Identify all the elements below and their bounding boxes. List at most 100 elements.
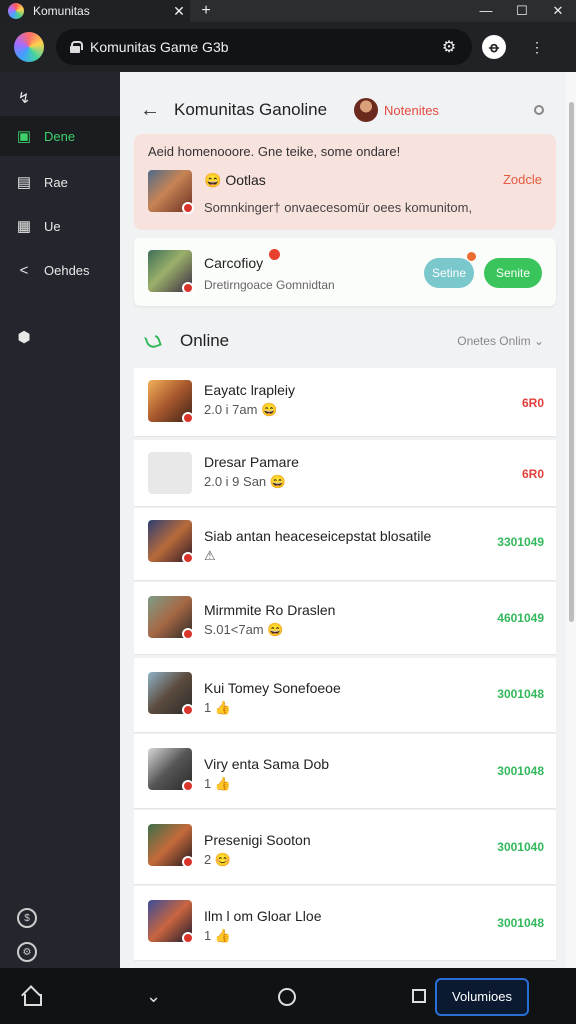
lock-icon (70, 41, 83, 53)
options-icon[interactable] (534, 105, 544, 115)
notifications-link[interactable]: Notenites (384, 103, 439, 118)
new-tab-button[interactable]: + (190, 2, 222, 20)
sidebar-item-grid[interactable]: ▦ Ue (0, 206, 120, 246)
list-item-value: 3001048 (497, 687, 544, 701)
badge-icon (182, 780, 194, 792)
list-item[interactable]: Presenigi Sooton 2 😊 3001040 (134, 810, 556, 884)
window-controls: — ☐ ✕ (468, 3, 576, 19)
close-window-button[interactable]: ✕ (540, 3, 576, 19)
list-item-status: 1 👍 (204, 700, 232, 715)
leaf-icon (144, 332, 162, 350)
list-item-name: Viry enta Sama Dob (204, 756, 330, 772)
sidebar-item-label: Dene (44, 128, 76, 144)
page-header: ← Komunitas Ganoline Notenites (120, 94, 566, 126)
list-item-value: 3001040 (497, 840, 544, 854)
game-thumbnail (148, 748, 194, 792)
invite-title: Carcofioy (204, 255, 264, 271)
board-icon: ▤ (16, 174, 32, 191)
list-item-name: Dresar Pamare (204, 454, 299, 470)
chevron-down-icon[interactable]: ⌄ (146, 986, 161, 1007)
sidebar-item-label: Oehdes (44, 262, 90, 278)
list-item[interactable]: Mirmmite Ro Draslen S.01<7am 😄 4601049 (134, 582, 556, 654)
invite-description: Dretirngoace Gomnidtan (204, 278, 335, 292)
main-content: ← Komunitas Ganoline Notenites Aeid home… (120, 72, 566, 968)
game-thumbnail (148, 672, 194, 716)
url-field[interactable]: Komunitas Game G3b ⚙ (56, 29, 472, 65)
list-item[interactable]: Ilm l om Gloar Lloe 1 👍 3001048 (134, 886, 556, 960)
share-icon: < (19, 261, 29, 279)
list-item-status: 2.0 i 9 San 😄 (204, 474, 286, 489)
list-item-status: 2 😊 (204, 852, 232, 867)
list-item-status: 2.0 i 7am 😄 (204, 402, 278, 417)
notice-card[interactable]: Aeid homenooore. Gne teike, some ondare!… (134, 134, 556, 230)
badge-icon (182, 856, 194, 868)
bottom-navigation: ⌄ Volumioes (0, 968, 576, 1024)
scrollbar[interactable] (566, 72, 576, 968)
browser-tab[interactable]: Komunitas ✕ (0, 0, 190, 22)
url-text: Komunitas Game G3b (90, 39, 229, 55)
sidebar: ↯ ▣ Dene ▤ Rae ▦ Ue < Oehdes ⬢ $ ⚙ (0, 72, 120, 968)
coin-icon[interactable]: $ (17, 908, 37, 928)
notice-headline: Aeid homenooore. Gne teike, some ondare! (148, 144, 401, 159)
menu-dots-icon[interactable]: ⋮ (522, 39, 552, 56)
shield-icon: ⬢ (17, 329, 31, 346)
circle-home-icon[interactable] (278, 988, 296, 1006)
browser-logo-icon[interactable] (14, 32, 44, 62)
grid-icon: ▦ (16, 218, 32, 235)
game-thumbnail (148, 170, 194, 214)
list-item-name: Presenigi Sooton (204, 832, 311, 848)
list-item[interactable]: Kui Tomey Sonefoeoe 1 👍 3001048 (134, 658, 556, 732)
page-title: Komunitas Ganoline (174, 100, 328, 119)
notice-action-link[interactable]: Zodcle (503, 172, 542, 187)
notice-description: Somnkinger† onvaecesomür oees komunitom, (204, 200, 473, 215)
list-item-value: 6R0 (521, 396, 544, 410)
game-thumbnail (148, 250, 194, 294)
sidebar-item-activity[interactable]: ↯ (0, 78, 120, 118)
sidebar-item-shield[interactable]: ⬢ (0, 317, 120, 357)
sidebar-item-games[interactable]: ▣ Dene (0, 116, 120, 156)
extension-icon[interactable]: ⚙ (436, 37, 462, 57)
back-arrow-icon[interactable]: ← (140, 99, 166, 122)
primary-button[interactable]: Senite (484, 258, 542, 288)
minimize-button[interactable]: — (468, 3, 504, 19)
maximize-button[interactable]: ☐ (504, 3, 540, 19)
profile-icon[interactable]: ꝋ (482, 35, 506, 59)
notice-title: 😄 Ootlas (204, 172, 266, 189)
tab-bar: Komunitas ✕ + — ☐ ✕ (0, 0, 576, 22)
badge-icon (182, 202, 194, 214)
badge-icon (182, 628, 194, 640)
sidebar-item-board[interactable]: ▤ Rae (0, 162, 120, 202)
list-item-status: 1 👍 (204, 776, 232, 791)
game-icon: ▣ (16, 128, 32, 145)
address-bar: Komunitas Game G3b ⚙ ꝋ ⋮ (0, 22, 576, 72)
sidebar-item-share[interactable]: < Oehdes (0, 250, 120, 290)
list-item-name: Kui Tomey Sonefoeoe (204, 680, 341, 696)
avatar[interactable] (354, 98, 378, 122)
pulse-icon: ↯ (17, 90, 31, 107)
badge-icon (182, 552, 194, 564)
secondary-button[interactable]: Setine (424, 258, 474, 288)
online-filter-dropdown[interactable]: Onetes Onlim ⌄ (457, 334, 544, 348)
game-thumbnail (148, 380, 194, 424)
list-item[interactable]: Eayatc lrapleiy 2.0 i 7am 😄 6R0 (134, 368, 556, 436)
list-item[interactable]: Viry enta Sama Dob 1 👍 3001048 (134, 734, 556, 808)
list-item-value: 3001048 (497, 916, 544, 930)
game-thumbnail (148, 520, 194, 564)
list-item[interactable]: Siab antan heaceseicepstat blosatile ⚠ 3… (134, 508, 556, 580)
sidebar-item-label: Rae (44, 174, 68, 190)
list-item[interactable]: Dresar Pamare 2.0 i 9 San 😄 6R0 (134, 440, 556, 506)
list-item-value: 3301049 (497, 535, 544, 549)
badge-icon (182, 282, 194, 294)
emoji-icon: 😄 (204, 172, 222, 188)
recent-apps-icon[interactable] (412, 989, 426, 1003)
list-item-status: 1 👍 (204, 928, 232, 943)
tab-close-icon[interactable]: ✕ (168, 3, 190, 20)
tab-title: Komunitas (33, 4, 90, 18)
volume-button[interactable]: Volumioes (435, 978, 529, 1016)
scrollbar-thumb[interactable] (569, 102, 574, 622)
home-icon[interactable] (21, 986, 42, 1006)
online-section-header: Online Onetes Onlim ⌄ (120, 326, 566, 356)
invite-card: Carcofioy Dretirngoace Gomnidtan Setine … (134, 238, 556, 306)
settings-icon[interactable]: ⚙ (17, 942, 37, 962)
list-item-value: 6R0 (521, 467, 544, 481)
